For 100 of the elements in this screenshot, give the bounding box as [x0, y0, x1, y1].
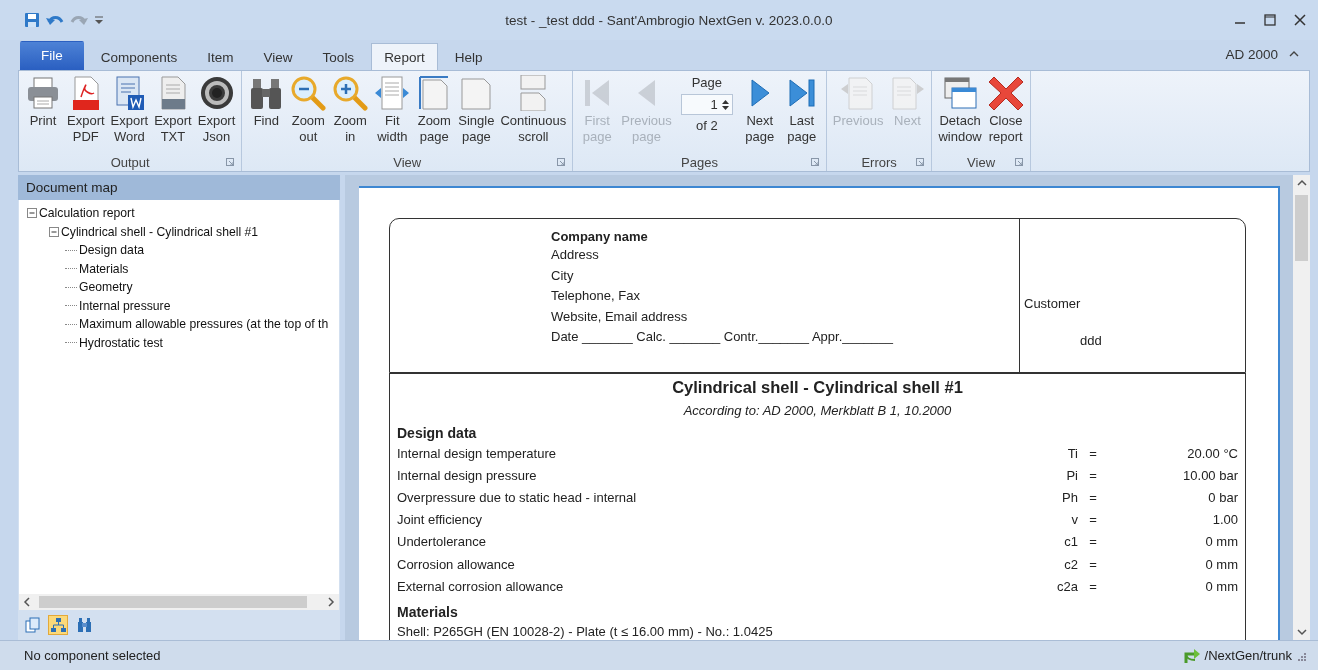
maximize-icon[interactable]	[1264, 14, 1276, 26]
ribbon-button[interactable]: Next page	[738, 73, 781, 147]
ribbon-tab[interactable]: Tools	[309, 43, 368, 70]
zoom-out-icon	[290, 75, 327, 111]
branch-arrow-icon	[1182, 647, 1201, 664]
dialog-launcher-icon[interactable]	[226, 158, 235, 166]
close-icon[interactable]	[1294, 14, 1306, 26]
tree-node[interactable]: Cylindrical shell - Cylindrical shell #1	[61, 224, 259, 239]
parameter-value: 0 mm	[1204, 534, 1238, 550]
ring-icon	[198, 75, 235, 111]
parameter-label: Corrosion allowance	[397, 556, 516, 572]
parameter-label: Overpressure due to static head - internal	[397, 489, 638, 505]
status-message: No component selected	[24, 648, 161, 663]
header-line: Telephone, Fax	[551, 287, 641, 305]
zoom-in-icon	[332, 75, 369, 111]
branch-path: /NextGen/trunk	[1204, 648, 1292, 663]
tree-node[interactable]: Materials	[79, 261, 129, 276]
dialog-launcher-icon[interactable]	[916, 158, 925, 166]
parameter-value: 0 mm	[1204, 578, 1238, 594]
ribbon-button[interactable]: Zoom page	[413, 73, 456, 147]
page-number-field[interactable]: 1	[680, 94, 733, 115]
parameter-label: Internal design temperature	[397, 445, 557, 461]
ribbon-button[interactable]: Detach window	[935, 73, 985, 147]
tree-node[interactable]: Internal pressure	[79, 298, 171, 313]
ribbon-button[interactable]: Close report	[984, 73, 1027, 147]
dialog-launcher-icon[interactable]	[810, 158, 819, 166]
ribbon-tab[interactable]: Components	[87, 43, 191, 70]
collapse-icon[interactable]	[49, 226, 59, 237]
ribbon-button[interactable]: Single page	[455, 73, 498, 147]
header-line: City	[551, 266, 575, 285]
parameter-value: 1.00	[1211, 512, 1238, 528]
equals-sign: =	[1088, 512, 1098, 528]
ribbon-button[interactable]: Export TXT	[151, 73, 195, 147]
tree-node[interactable]: Maximum allowable pressures (at the top of th	[79, 317, 329, 332]
spinner-arrows-icon[interactable]	[721, 98, 729, 111]
customer-label: Customer	[1024, 296, 1082, 311]
tree-node[interactable]: Calculation report	[39, 206, 135, 221]
pane-tab[interactable]	[22, 615, 42, 635]
pane-title: Document map	[18, 175, 340, 200]
ribbon-button[interactable]: Continuous scroll	[497, 73, 570, 147]
section-title: Materials	[397, 603, 459, 622]
scroll-left-icon[interactable]	[23, 597, 31, 607]
section-title: Design data	[397, 424, 478, 442]
printer-icon	[25, 75, 61, 111]
save-icon[interactable]	[24, 12, 40, 28]
pages-icon	[23, 617, 41, 633]
tree-node[interactable]: Geometry	[79, 280, 133, 295]
dialog-launcher-icon[interactable]	[557, 158, 566, 166]
ribbon-button[interactable]: Export PDF	[64, 73, 108, 147]
parameter-symbol: c2	[1063, 556, 1078, 572]
document-right-arrow-icon	[889, 75, 926, 111]
undo-icon[interactable]	[46, 13, 64, 27]
ribbon-button[interactable]: Zoom in	[329, 73, 372, 147]
ribbon-button[interactable]: Last page	[780, 73, 823, 147]
parameter-label: Internal design pressure	[397, 467, 538, 483]
scrollbar-thumb[interactable]	[1295, 195, 1308, 261]
tree-node[interactable]: Hydrostatic test	[79, 335, 163, 350]
ribbon-button[interactable]: Zoom out	[287, 73, 330, 147]
scroll-right-icon[interactable]	[327, 597, 335, 607]
parameter-symbol: c1	[1063, 534, 1078, 550]
scroll-down-icon[interactable]	[1296, 628, 1307, 636]
equals-sign: =	[1088, 445, 1098, 461]
header-line: Website, Email address	[551, 307, 689, 326]
tree-node[interactable]: Design data	[79, 243, 145, 258]
dialog-launcher-icon[interactable]	[1014, 158, 1023, 166]
report-title: Cylindrical shell - Cylindrical shell #1	[671, 378, 964, 397]
group-caption: View	[393, 155, 422, 170]
equals-sign: =	[1088, 556, 1098, 572]
parameter-symbol: v	[1070, 512, 1078, 528]
ribbon-button[interactable]: Print	[22, 73, 64, 131]
windows-icon	[942, 75, 979, 111]
ribbon-tab[interactable]: Help	[441, 43, 496, 70]
group-caption: Errors	[861, 155, 897, 170]
resize-grip-icon[interactable]	[1296, 650, 1306, 661]
material-line: Shell: P265GH (EN 10028-2) - Plate (t ≤ 16.00 mm) - No.: 1.0425	[397, 624, 774, 640]
scrollbar-thumb[interactable]	[39, 596, 307, 608]
file-menu-tab[interactable]: File	[20, 41, 84, 70]
equals-sign: =	[1088, 578, 1098, 594]
ribbon-tab[interactable]: View	[250, 43, 306, 70]
parameter-symbol: c2a	[1056, 578, 1078, 594]
ribbon-button[interactable]: Fit width	[371, 73, 414, 147]
header-line: Date _______ Calc. _______ Contr._______ Appr._______	[551, 328, 894, 346]
collapse-icon[interactable]	[27, 208, 37, 219]
scroll-up-icon[interactable]	[1296, 179, 1307, 187]
ribbon-tab[interactable]: Report	[371, 43, 438, 70]
x-mark-icon	[987, 75, 1024, 111]
binoculars-icon	[75, 617, 93, 633]
ribbon-button[interactable]: Find	[245, 73, 288, 131]
parameter-label: Undertolerance	[397, 534, 487, 550]
customize-caret-icon[interactable]	[94, 15, 104, 25]
parameter-label: External corrosion allowance	[397, 578, 565, 594]
pane-tab[interactable]	[48, 615, 68, 635]
page-label: Page	[691, 75, 722, 91]
ribbon-button[interactable]: Export Json	[194, 73, 239, 147]
ribbon-tab[interactable]: Item	[194, 43, 247, 70]
group-caption: View	[967, 155, 996, 170]
standard-label: AD 2000	[1225, 47, 1278, 62]
group-caption: Pages	[681, 155, 718, 170]
parameter-value: 10.00 bar	[1182, 467, 1238, 483]
ribbon-button[interactable]: Export Word	[107, 73, 152, 147]
